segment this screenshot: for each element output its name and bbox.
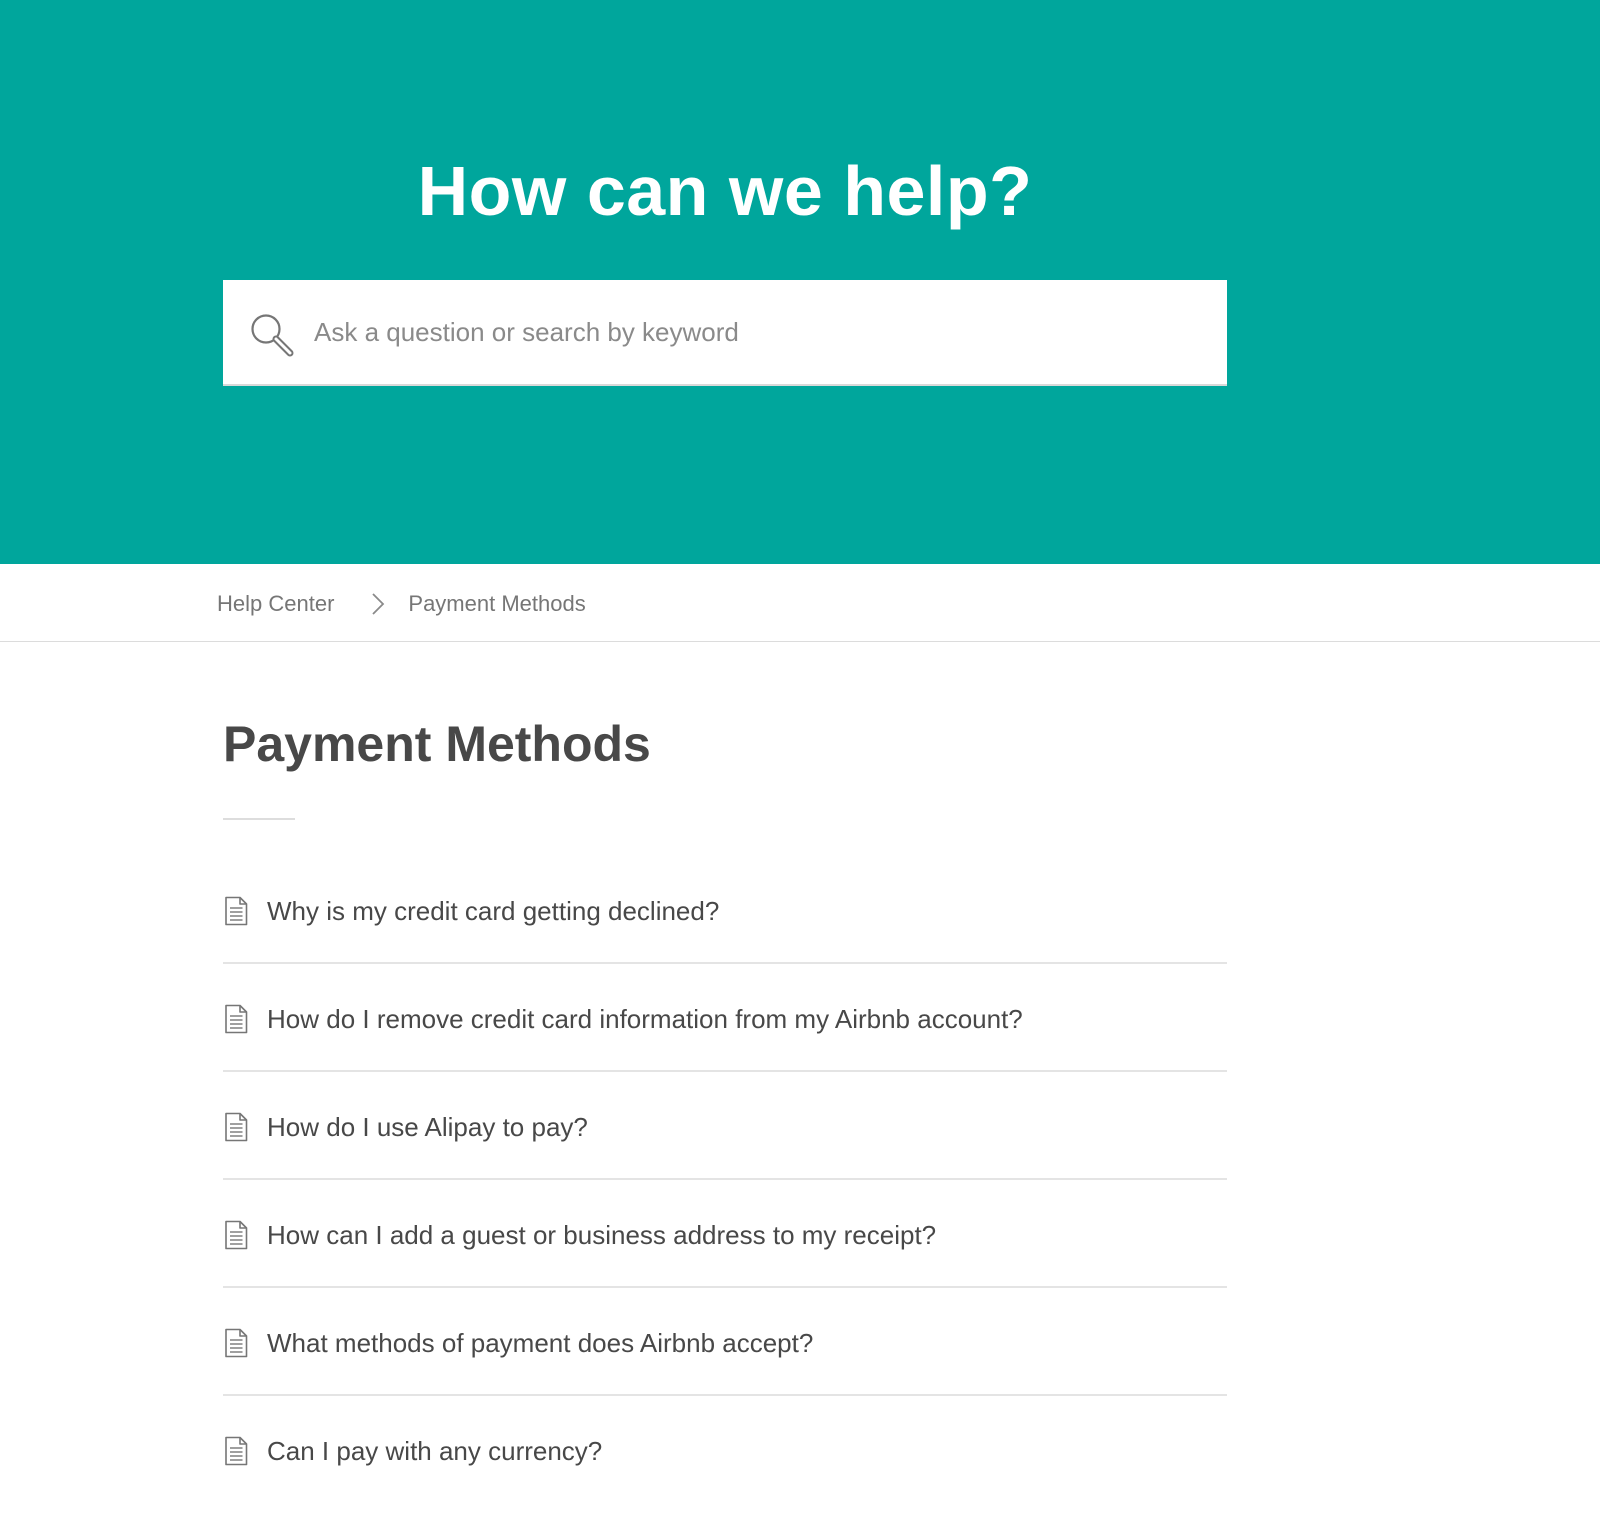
article-link[interactable]: How do I use Alipay to pay? bbox=[267, 1110, 588, 1144]
article-list: Why is my credit card getting declined? … bbox=[223, 856, 1227, 1504]
article-link[interactable]: Can I pay with any currency? bbox=[267, 1434, 602, 1468]
chevron-right-icon bbox=[372, 593, 385, 615]
document-icon bbox=[225, 1436, 248, 1466]
document-icon bbox=[225, 896, 248, 926]
article-item[interactable]: Can I pay with any currency? bbox=[223, 1396, 1227, 1504]
breadcrumb-help-center-link[interactable]: Help Center bbox=[217, 591, 334, 617]
breadcrumb-bar: Help Center Payment Methods bbox=[0, 564, 1600, 642]
article-item[interactable]: Why is my credit card getting declined? bbox=[223, 856, 1227, 964]
page-title: Payment Methods bbox=[223, 716, 651, 772]
search-box[interactable] bbox=[223, 280, 1227, 386]
document-icon bbox=[225, 1328, 248, 1358]
article-link[interactable]: What methods of payment does Airbnb acce… bbox=[267, 1326, 813, 1360]
breadcrumb-payment-methods-link[interactable]: Payment Methods bbox=[408, 591, 585, 617]
article-link[interactable]: How can I add a guest or business addres… bbox=[267, 1218, 936, 1252]
document-icon bbox=[225, 1220, 248, 1250]
hero-title: How can we help? bbox=[417, 152, 1033, 230]
title-divider bbox=[223, 818, 295, 820]
article-link[interactable]: How do I remove credit card information … bbox=[267, 1002, 1023, 1036]
document-icon bbox=[225, 1112, 248, 1142]
article-item[interactable]: How do I use Alipay to pay? bbox=[223, 1072, 1227, 1180]
search-input[interactable] bbox=[314, 302, 1194, 362]
article-link[interactable]: Why is my credit card getting declined? bbox=[267, 894, 719, 928]
search-icon bbox=[251, 314, 294, 357]
article-item[interactable]: What methods of payment does Airbnb acce… bbox=[223, 1288, 1227, 1396]
hero-banner: How can we help? bbox=[0, 0, 1600, 564]
breadcrumb: Help Center Payment Methods bbox=[217, 588, 586, 620]
article-item[interactable]: How do I remove credit card information … bbox=[223, 964, 1227, 1072]
article-item[interactable]: How can I add a guest or business addres… bbox=[223, 1180, 1227, 1288]
document-icon bbox=[225, 1004, 248, 1034]
